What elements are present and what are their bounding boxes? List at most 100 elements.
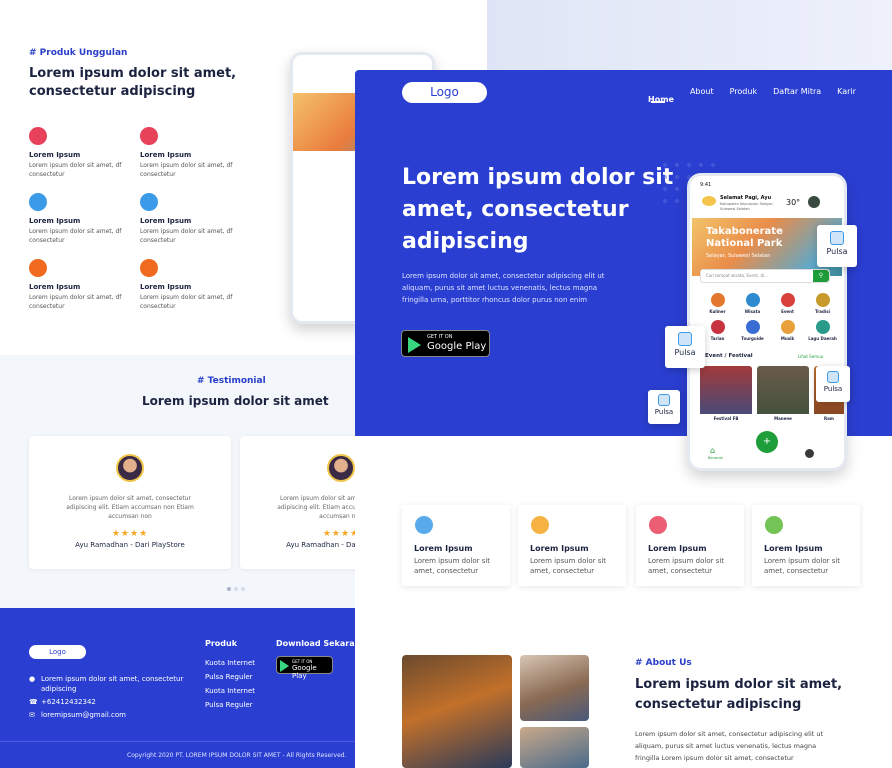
tarian-icon bbox=[710, 320, 725, 334]
see-all-link[interactable]: Lihat Semua bbox=[798, 354, 823, 359]
home-icon[interactable]: ⌂ bbox=[710, 446, 715, 455]
avatar[interactable] bbox=[808, 196, 820, 208]
category-label: Tarian bbox=[710, 336, 725, 341]
google-play-icon bbox=[280, 660, 289, 672]
event-card[interactable]: Festival FB bbox=[700, 366, 752, 428]
produk-tag: # Produk Unggulan bbox=[29, 48, 128, 58]
footer-google-play-button[interactable]: GET IT ON Google Play bbox=[276, 656, 333, 680]
banner-title: National Park bbox=[706, 238, 783, 249]
category-item[interactable]: Wisata bbox=[735, 293, 770, 314]
footer: Logo ● Lorem ipsum dolor sit amet, conse… bbox=[0, 608, 366, 768]
about-paragraph: fringilla Lorem ipsum dolor sit amet, co… bbox=[635, 754, 794, 762]
category-item[interactable]: Musik bbox=[770, 320, 805, 341]
category-label: Tourguide bbox=[741, 336, 764, 341]
feature-icon bbox=[140, 259, 158, 277]
footer-link[interactable]: Pulsa Reguler bbox=[205, 701, 253, 709]
service-icon bbox=[765, 516, 783, 534]
footer-download-heading: Download Sekarang bbox=[276, 639, 367, 648]
category-item[interactable]: Tourguide bbox=[735, 320, 770, 341]
hero-heading-line3: adipiscing bbox=[402, 229, 529, 254]
feature-item: Lorem Ipsum Lorem ipsum dolor sit amet, … bbox=[29, 259, 129, 311]
phone-greeting: Selamat Pagi, Ayu bbox=[720, 195, 772, 201]
feature-title: Lorem Ipsum bbox=[29, 151, 81, 159]
nav-active-indicator bbox=[651, 101, 665, 103]
category-label: Lagu Daerah bbox=[808, 336, 837, 341]
nav-karir[interactable]: Karir bbox=[837, 87, 856, 106]
service-card[interactable]: Lorem Ipsum Lorem ipsum dolor sit amet, … bbox=[752, 505, 860, 586]
top-right-background bbox=[487, 0, 892, 70]
carousel-dot[interactable] bbox=[234, 587, 238, 591]
service-card[interactable]: Lorem Ipsum Lorem ipsum dolor sit amet, … bbox=[636, 505, 744, 586]
testimonial-tag: # Testimonial bbox=[197, 376, 266, 386]
service-title: Lorem Ipsum bbox=[414, 544, 473, 553]
service-card[interactable]: Lorem Ipsum Lorem ipsum dolor sit amet, … bbox=[402, 505, 510, 586]
testimonial-card: Lorem ipsum dolor sit amet, consectetur … bbox=[29, 436, 231, 569]
pulsa-icon bbox=[830, 231, 844, 245]
pulsa-label: Pulsa bbox=[826, 247, 848, 256]
category-item[interactable]: Tarian bbox=[700, 320, 735, 341]
pulsa-label: Pulsa bbox=[823, 385, 843, 393]
hero-paragraph: Lorem ipsum dolor sit amet, consectetur … bbox=[402, 272, 605, 280]
gplay-small-text: GET IT ON bbox=[427, 334, 453, 340]
carousel-dots[interactable] bbox=[227, 587, 245, 591]
service-title: Lorem Ipsum bbox=[648, 544, 707, 553]
hero-paragraph: fringilla urna, porttitor rhoncus dolor … bbox=[402, 296, 588, 304]
feature-desc: consectetur bbox=[29, 303, 65, 310]
lagu-daerah-icon bbox=[815, 320, 830, 334]
testimonial-name: Ayu Ramadhan - Dari PlayStore bbox=[75, 541, 185, 549]
service-desc: Lorem ipsum dolor sit bbox=[764, 557, 841, 565]
testimonial-heading: Lorem ipsum dolor sit amet bbox=[142, 394, 329, 408]
footer-link[interactable]: Kuota Internet bbox=[205, 687, 255, 695]
footer-email[interactable]: loremipsum@gmail.com bbox=[41, 711, 126, 719]
footer-link[interactable]: Kuota Internet bbox=[205, 659, 255, 667]
nav-home[interactable]: Home bbox=[648, 95, 674, 104]
footer-divider bbox=[0, 741, 360, 742]
profile-icon[interactable] bbox=[805, 449, 814, 458]
service-card[interactable]: Lorem Ipsum Lorem ipsum dolor sit amet, … bbox=[518, 505, 626, 586]
banner-location: Selayar, Sulawesi Selatan bbox=[706, 253, 771, 259]
feature-desc: Lorem ipsum dolor sit amet, df bbox=[140, 162, 233, 169]
category-label: Musik bbox=[780, 336, 795, 341]
category-item[interactable]: Kuliner bbox=[700, 293, 735, 314]
produk-heading-line2: consectetur adipiscing bbox=[29, 84, 196, 99]
category-item[interactable]: Event bbox=[770, 293, 805, 314]
nav-daftar-mitra[interactable]: Daftar Mitra bbox=[773, 87, 821, 106]
feature-icon bbox=[140, 193, 158, 211]
about-photo-tertiary bbox=[520, 727, 589, 768]
nav-about[interactable]: About bbox=[690, 87, 714, 106]
fab-add-button[interactable]: + bbox=[756, 431, 778, 453]
pulsa-label: Pulsa bbox=[654, 408, 674, 416]
kuliner-icon bbox=[710, 293, 725, 307]
event-icon bbox=[780, 293, 795, 307]
search-placeholder: Cari tempat wisata, Event, di... bbox=[706, 273, 768, 278]
service-desc: amet, consectetur bbox=[414, 567, 479, 575]
category-item[interactable]: Tradisi bbox=[805, 293, 840, 314]
feature-desc: consectetur bbox=[29, 171, 65, 178]
hero-google-play-button[interactable]: GET IT ON Google Play bbox=[401, 330, 490, 357]
search-icon[interactable]: ⚲ bbox=[813, 270, 829, 282]
location-icon: ● bbox=[29, 675, 36, 683]
header-logo[interactable]: Logo bbox=[402, 82, 487, 103]
footer-logo[interactable]: Logo bbox=[29, 645, 86, 659]
main-nav: Home About Produk Daftar Mitra Karir bbox=[648, 87, 856, 106]
about-heading-line2: consectetur adipiscing bbox=[635, 697, 802, 712]
footer-address: adipiscing bbox=[41, 685, 77, 693]
about-heading-line1: Lorem ipsum dolor sit amet, bbox=[635, 677, 843, 692]
event-card[interactable]: Manene bbox=[757, 366, 809, 428]
service-desc: amet, consectetur bbox=[764, 567, 829, 575]
feature-desc: Lorem ipsum dolor sit amet, df bbox=[29, 228, 122, 235]
carousel-dot[interactable] bbox=[241, 587, 245, 591]
testimonial-text: accumsan non bbox=[108, 513, 152, 520]
event-name: Ram bbox=[814, 414, 844, 428]
phone-location: Kabupaten Kepulauan Selayar, Sulawesi Se… bbox=[720, 202, 774, 211]
nav-produk[interactable]: Produk bbox=[730, 87, 757, 106]
category-label: Tradisi bbox=[815, 309, 830, 314]
category-item[interactable]: Lagu Daerah bbox=[805, 320, 840, 341]
feature-desc: consectetur bbox=[140, 303, 176, 310]
phone-time: 9:41 bbox=[700, 182, 712, 188]
carousel-dot-active[interactable] bbox=[227, 587, 231, 591]
about-photo-main bbox=[402, 655, 512, 768]
service-desc: Lorem ipsum dolor sit bbox=[414, 557, 491, 565]
phone-search-input[interactable]: Cari tempat wisata, Event, di... ⚲ bbox=[700, 269, 830, 283]
footer-link[interactable]: Pulsa Reguler bbox=[205, 673, 253, 681]
